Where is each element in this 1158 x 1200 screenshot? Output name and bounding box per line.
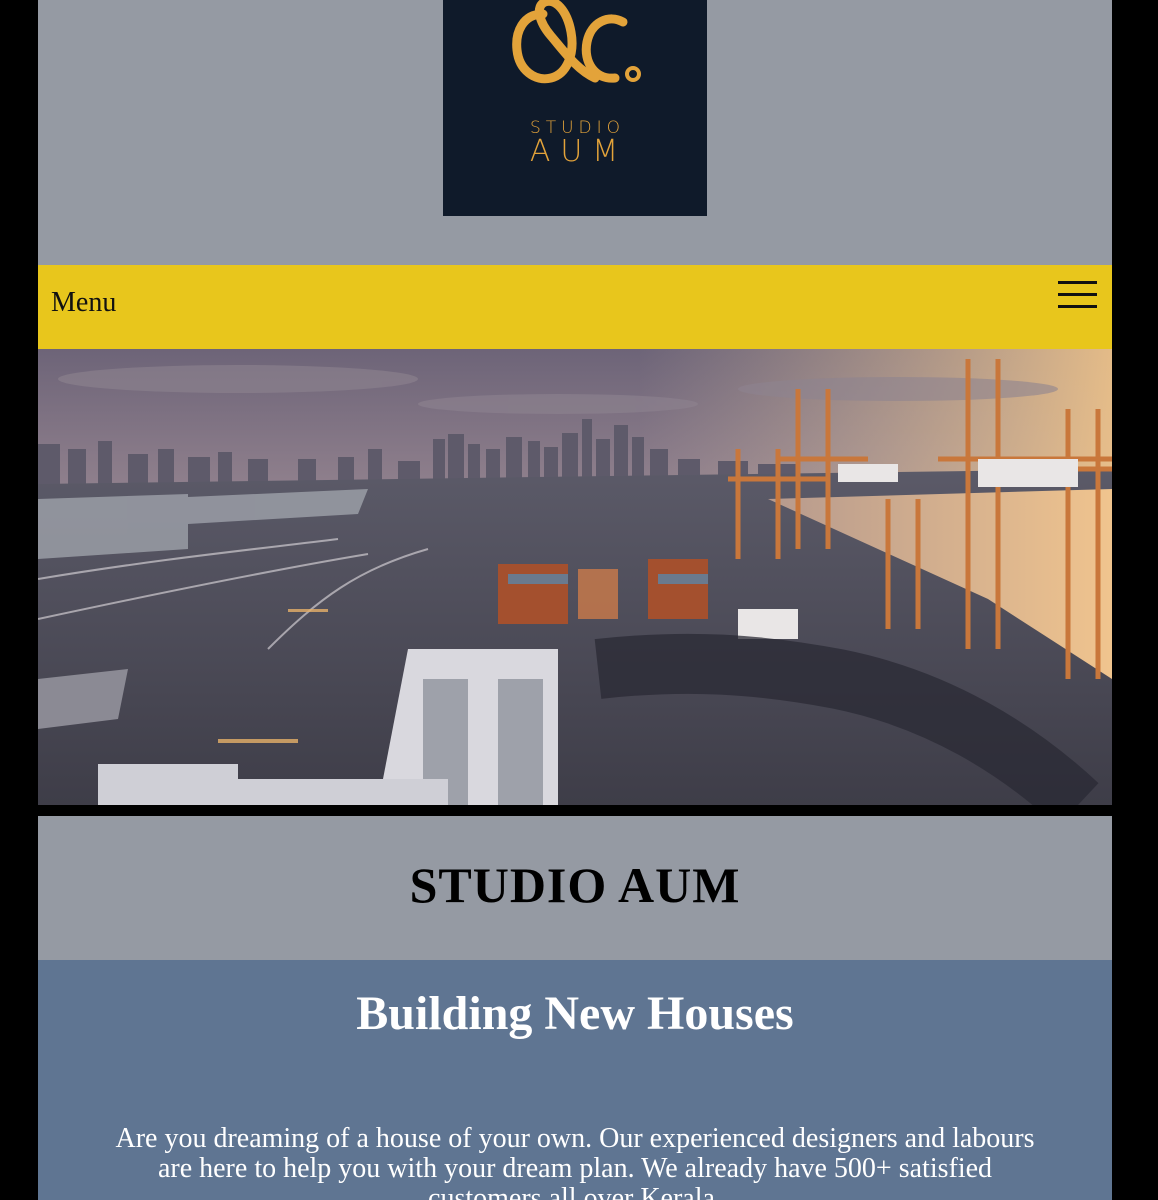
hamburger-line bbox=[1058, 305, 1097, 308]
page: STUDIO AUM Menu STUDIO AUM Building New … bbox=[38, 0, 1112, 1200]
logo-aum-text: AUM bbox=[529, 134, 629, 169]
hamburger-line bbox=[1058, 281, 1097, 284]
header: STUDIO AUM bbox=[38, 0, 1112, 265]
title-band: STUDIO AUM bbox=[38, 816, 1112, 960]
logo-mark-icon bbox=[512, 0, 641, 84]
content-section: Building New Houses Are you dreaming of … bbox=[38, 960, 1112, 1200]
menu-label[interactable]: Menu bbox=[51, 287, 116, 319]
logo[interactable]: STUDIO AUM bbox=[443, 0, 707, 216]
divider bbox=[38, 805, 1112, 816]
hamburger-line bbox=[1058, 293, 1097, 296]
section-body: Are you dreaming of a house of your own.… bbox=[115, 1123, 1035, 1200]
section-heading: Building New Houses bbox=[356, 987, 794, 1040]
port-city-image bbox=[38, 349, 1112, 805]
hero-image bbox=[38, 349, 1112, 805]
navbar: Menu bbox=[38, 265, 1112, 349]
site-title: STUDIO AUM bbox=[409, 857, 741, 913]
hamburger-icon[interactable] bbox=[1058, 281, 1098, 311]
